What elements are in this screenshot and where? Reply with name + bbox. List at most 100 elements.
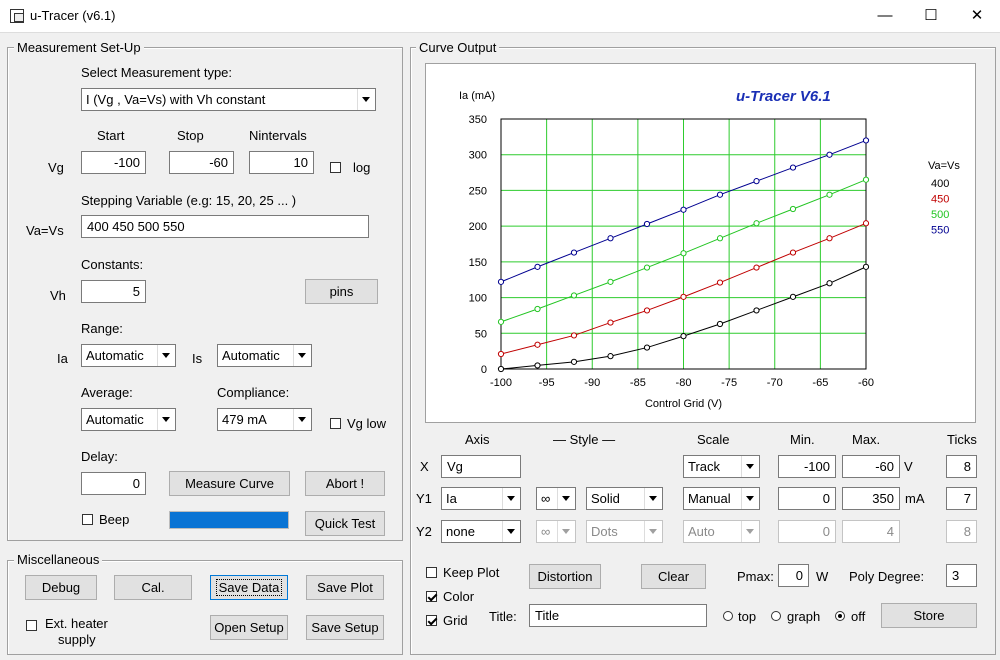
vg-low-checkbox[interactable] xyxy=(330,418,341,429)
pins-button[interactable]: pins xyxy=(305,279,378,304)
chart: -100 -95 -90 -85 -80 -75 -70 -65 -60 0 50 100 150 200… xyxy=(459,88,960,410)
stop-header: Stop xyxy=(177,128,204,143)
vh-input[interactable]: 5 xyxy=(81,280,146,303)
nintervals-header: Nintervals xyxy=(249,128,307,143)
keep-plot-checkbox[interactable] xyxy=(426,567,437,578)
y-tick-label: 50 xyxy=(475,328,487,340)
pmax-input[interactable]: 0 xyxy=(778,564,809,587)
color-label: Color xyxy=(443,589,475,604)
save-setup-button[interactable]: Save Setup xyxy=(306,615,384,640)
y1-style-select[interactable]: Solid xyxy=(586,487,663,510)
y-tick-label: 100 xyxy=(469,293,487,305)
stepping-variable-input[interactable]: 400 450 500 550 xyxy=(81,215,369,238)
line-style-icon: ∞ xyxy=(541,524,551,539)
ticks-header: Ticks xyxy=(947,432,977,447)
distortion-button[interactable]: Distortion xyxy=(529,564,601,589)
data-point xyxy=(534,362,541,369)
data-point xyxy=(753,178,760,185)
save-data-button[interactable]: Save Data xyxy=(210,575,288,600)
delay-label: Delay: xyxy=(81,449,118,464)
data-point xyxy=(716,235,724,242)
y2-min-input: 0 xyxy=(778,520,836,543)
data-point xyxy=(570,249,578,256)
minimize-button[interactable]: — xyxy=(862,0,908,32)
y1-color-select[interactable]: ∞ xyxy=(536,487,576,510)
cal-button[interactable]: Cal. xyxy=(114,575,192,600)
vg-stop-input[interactable]: -60 xyxy=(169,151,234,174)
quick-test-button[interactable]: Quick Test xyxy=(305,511,385,536)
data-point xyxy=(862,176,870,183)
clear-button[interactable]: Clear xyxy=(641,564,706,589)
y1-variable-select[interactable]: Ia xyxy=(441,487,521,510)
delay-input[interactable]: 0 xyxy=(81,472,146,495)
x-max-input[interactable]: -60 xyxy=(842,455,900,478)
y1-variable-value: Ia xyxy=(446,491,457,506)
color-checkbox[interactable] xyxy=(426,591,437,602)
save-plot-button[interactable]: Save Plot xyxy=(306,575,384,600)
ia-range-select[interactable]: Automatic xyxy=(81,344,176,367)
plot-title-input[interactable]: Title xyxy=(529,604,707,627)
x-tick-label: -75 xyxy=(721,377,737,389)
vg-label: Vg xyxy=(48,160,64,175)
axis-header: Axis xyxy=(465,432,490,447)
title-pos-top-radio[interactable] xyxy=(723,611,733,621)
maximize-button[interactable]: ☐ xyxy=(908,0,954,32)
store-button[interactable]: Store xyxy=(881,603,977,628)
measurement-type-select[interactable]: I (Vg , Va=Vs) with Vh constant xyxy=(81,88,376,111)
poly-degree-label: Poly Degree: xyxy=(849,569,925,584)
data-point xyxy=(826,151,833,158)
close-button[interactable]: ✕ xyxy=(954,0,1000,32)
measurement-type-value: I (Vg , Va=Vs) with Vh constant xyxy=(86,92,266,107)
data-point xyxy=(570,292,578,299)
data-point xyxy=(643,307,651,314)
x-ticks-input[interactable]: 8 xyxy=(946,455,977,478)
abort-button[interactable]: Abort ! xyxy=(305,471,385,496)
vg-start-input[interactable]: -100 xyxy=(81,151,146,174)
log-checkbox[interactable] xyxy=(330,162,341,173)
y1-min-input[interactable]: 0 xyxy=(778,487,836,510)
title-pos-off-radio[interactable] xyxy=(835,611,845,621)
y1-scale-select[interactable]: Manual xyxy=(683,487,760,510)
y2-variable-select[interactable]: none xyxy=(441,520,521,543)
beep-checkbox[interactable] xyxy=(82,514,93,525)
debug-button[interactable]: Debug xyxy=(25,575,97,600)
range-label: Range: xyxy=(81,321,123,336)
poly-degree-input[interactable]: 3 xyxy=(946,564,977,587)
measure-curve-button[interactable]: Measure Curve xyxy=(169,471,290,496)
data-point xyxy=(534,341,541,348)
title-pos-graph-radio[interactable] xyxy=(771,611,781,621)
y1-style-value: Solid xyxy=(591,491,620,506)
line-style-icon: ∞ xyxy=(541,491,551,506)
y1-ticks-input[interactable]: 7 xyxy=(946,487,977,510)
vavs-label: Va=Vs xyxy=(26,223,64,238)
average-value: Automatic xyxy=(86,412,144,427)
open-setup-button[interactable]: Open Setup xyxy=(210,615,288,640)
average-select[interactable]: Automatic xyxy=(81,408,176,431)
data-point xyxy=(607,319,614,326)
data-point xyxy=(570,358,578,365)
y2-scale-value: Auto xyxy=(688,524,715,539)
y-tick-label: 300 xyxy=(469,150,487,162)
x-scale-select[interactable]: Track xyxy=(683,455,760,478)
compliance-select[interactable]: 479 mA xyxy=(217,408,312,431)
y2-max-input: 4 xyxy=(842,520,900,543)
y-tick-label: 350 xyxy=(469,114,487,126)
chevron-down-icon xyxy=(502,521,520,542)
grid-checkbox[interactable] xyxy=(426,615,437,626)
x-axis-label: X xyxy=(420,459,429,474)
ext-heater-label: Ext. heater xyxy=(45,616,108,631)
data-point xyxy=(680,250,687,257)
pmax-unit-label: W xyxy=(816,569,829,584)
title-label: Title: xyxy=(489,609,517,624)
is-range-select[interactable]: Automatic xyxy=(217,344,312,367)
y1-max-input[interactable]: 350 xyxy=(842,487,900,510)
data-point xyxy=(789,293,797,300)
vg-nintervals-input[interactable]: 10 xyxy=(249,151,314,174)
x-unit-label: V xyxy=(904,459,913,474)
data-point xyxy=(643,264,651,271)
ext-heater-checkbox[interactable] xyxy=(26,620,37,631)
x-min-input[interactable]: -100 xyxy=(778,455,836,478)
grid-label: Grid xyxy=(443,613,468,628)
y2-style-value: Dots xyxy=(591,524,618,539)
x-variable-input[interactable]: Vg xyxy=(441,455,521,478)
